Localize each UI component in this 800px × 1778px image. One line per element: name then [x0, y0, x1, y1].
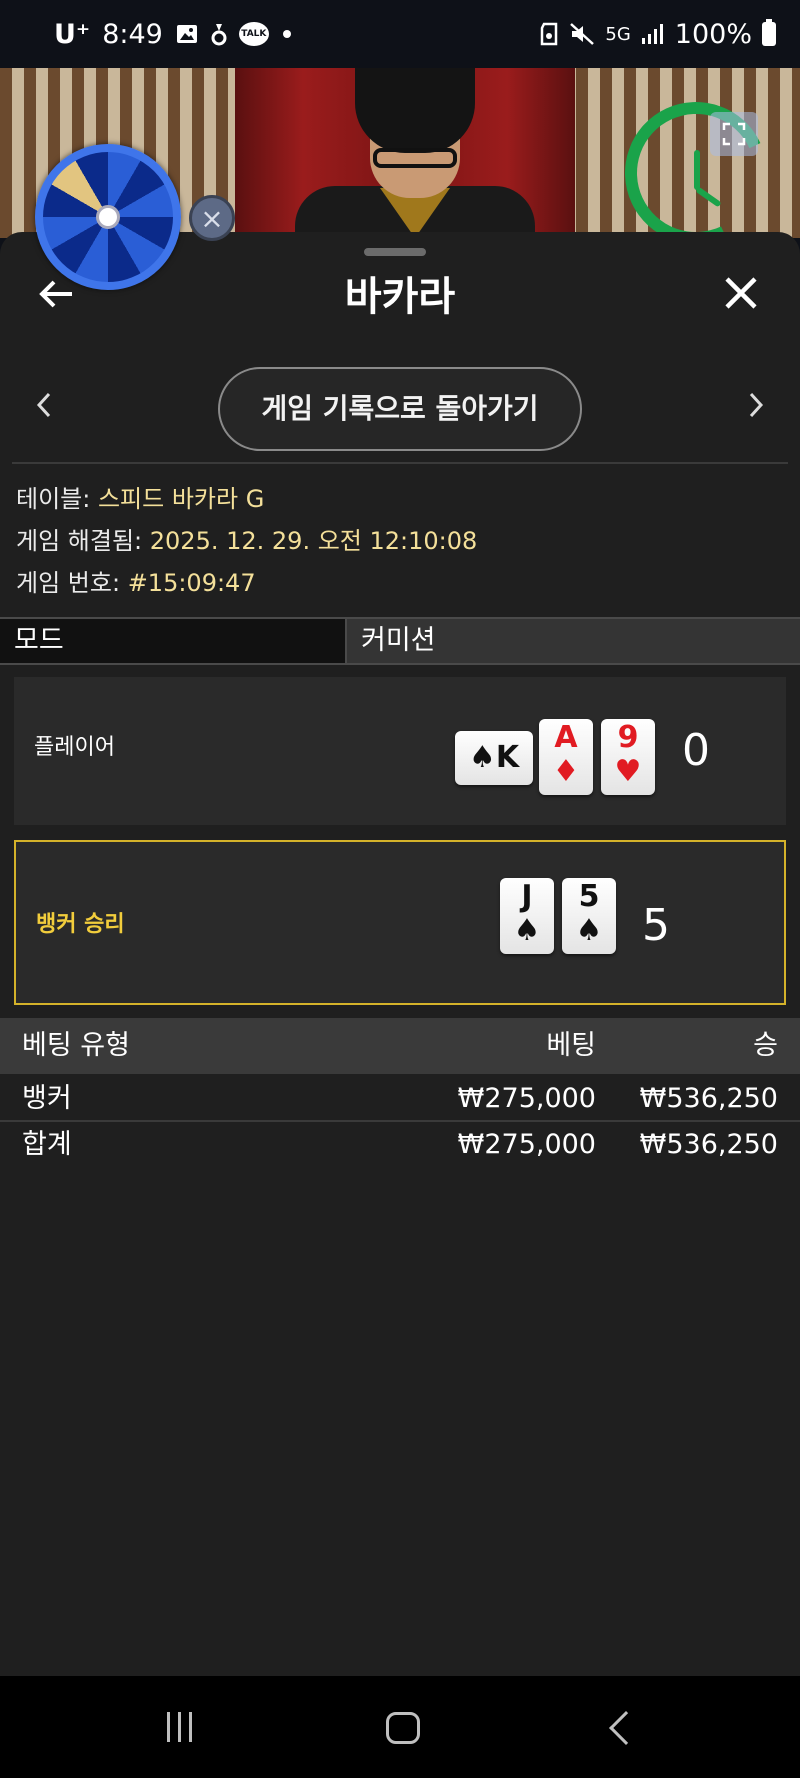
card-rank: K — [495, 740, 520, 775]
kakaotalk-icon: TALK — [238, 22, 269, 46]
tab-commission[interactable]: 커미션 — [347, 619, 800, 663]
playing-card: J ♠ — [500, 878, 554, 954]
game-info: 테이블: 스피드 바카라 G 게임 해결됨: 2025. 12. 29. 오전 … — [16, 478, 477, 604]
card-rank: J — [521, 879, 533, 914]
card-suit: ♠ — [468, 740, 496, 775]
card-rank: 9 — [617, 720, 639, 755]
previous-game-button[interactable] — [24, 381, 64, 437]
table-info: 테이블: 스피드 바카라 G — [16, 485, 265, 513]
home-button[interactable] — [386, 1712, 420, 1744]
battery-icon — [762, 19, 776, 46]
sd-card-icon — [539, 22, 559, 46]
recents-button[interactable] — [163, 1702, 197, 1752]
chevron-left-icon — [36, 392, 51, 418]
system-back-button[interactable] — [609, 1711, 643, 1745]
resolved-time: 2025. 12. 29. 오전 12:10:08 — [149, 527, 478, 555]
mute-icon — [569, 22, 595, 46]
bet-amount: ₩275,000 — [457, 1083, 596, 1114]
total-label: 합계 — [22, 1129, 72, 1160]
win-amount: ₩536,250 — [639, 1083, 778, 1114]
header-bet-type: 베팅 유형 — [22, 1030, 130, 1061]
card-rank: 5 — [578, 879, 600, 914]
player-hand: 플레이어 ♠K A ♦ 9 ♥ 0 — [14, 677, 786, 825]
arrow-left-icon — [39, 280, 72, 308]
card-suit: ♦ — [552, 754, 580, 789]
back-to-history-button[interactable]: 게임 기록으로 돌아가기 — [218, 367, 582, 451]
card-suit: ♥ — [614, 754, 642, 789]
close-icon — [725, 277, 757, 309]
drag-handle[interactable] — [364, 248, 426, 256]
card-suit: ♠ — [575, 913, 603, 948]
signal-icon — [641, 23, 665, 45]
table-name: 스피드 바카라 G — [97, 485, 265, 513]
header-win: 승 — [753, 1030, 778, 1061]
card-suit: ♠ — [513, 913, 541, 948]
wheel-close-button[interactable]: × — [189, 195, 235, 241]
total-win: ₩536,250 — [639, 1129, 778, 1160]
fullscreen-button[interactable] — [710, 112, 758, 156]
dot-icon — [281, 28, 293, 40]
playing-card: ♠K — [455, 731, 533, 785]
network-5g-icon: 5G — [605, 23, 631, 45]
gallery-icon — [175, 22, 199, 46]
header-bet: 베팅 — [546, 1030, 596, 1061]
clock: 8:49 — [102, 18, 163, 50]
card-rank: A — [554, 720, 578, 755]
playing-card: A ♦ — [539, 719, 593, 795]
total-bet: ₩275,000 — [457, 1129, 596, 1160]
banker-hand: 뱅커 승리 J ♠ 5 ♠ 5 — [14, 840, 786, 1005]
close-icon: × — [200, 201, 224, 235]
playing-card: 9 ♥ — [601, 719, 655, 795]
system-nav-bar — [0, 1676, 800, 1778]
bet-table-header: 베팅 유형 베팅 승 — [0, 1018, 800, 1074]
carrier-label: U⁺ — [54, 18, 91, 50]
game-number-info: 게임 번호: #15:09:47 — [16, 569, 256, 597]
next-game-button[interactable] — [736, 381, 776, 437]
timer-hand — [694, 150, 700, 190]
close-button[interactable] — [716, 272, 766, 322]
tab-mode[interactable]: 모드 — [0, 619, 347, 663]
game-history-panel: 바카라 게임 기록으로 돌아가기 테이블: 스피드 바카라 G 게임 해결됨: … — [0, 232, 800, 1676]
total-row: 합계 ₩275,000 ₩536,250 — [0, 1122, 800, 1168]
wheel-widget-icon[interactable] — [35, 144, 181, 290]
dealer-image — [295, 68, 535, 238]
bet-type: 뱅커 — [22, 1083, 72, 1114]
game-navigation: 게임 기록으로 돌아가기 — [0, 367, 800, 451]
playing-card: 5 ♠ — [562, 878, 616, 954]
player-score: 0 — [682, 725, 710, 776]
battery-level: 100% — [674, 18, 752, 50]
notification-icon — [211, 21, 227, 47]
player-label: 플레이어 — [34, 735, 115, 760]
divider — [12, 462, 788, 464]
mode-tabs: 모드 커미션 — [0, 617, 800, 665]
status-bar: U⁺ 8:49 TALK 5G 100% — [0, 0, 800, 68]
game-number: #15:09:47 — [127, 569, 256, 597]
banker-win-label: 뱅커 승리 — [36, 912, 125, 937]
fullscreen-icon — [722, 122, 746, 146]
table-row: 뱅커 ₩275,000 ₩536,250 — [0, 1076, 800, 1122]
resolved-info: 게임 해결됨: 2025. 12. 29. 오전 12:10:08 — [16, 527, 478, 555]
banker-score: 5 — [642, 900, 670, 951]
chevron-right-icon — [749, 392, 764, 418]
